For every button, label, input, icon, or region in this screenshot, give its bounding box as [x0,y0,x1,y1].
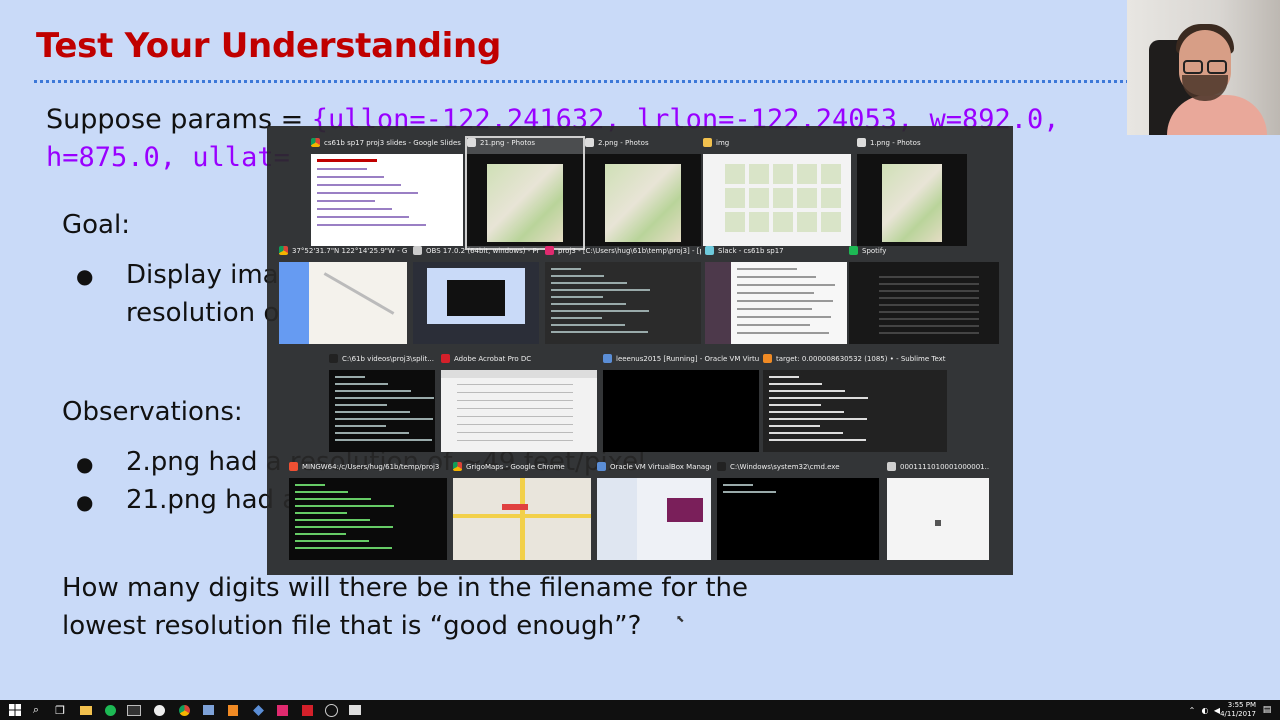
switcher-window-3-3[interactable]: C:\Windows\system32\cmd.exe [717,462,879,562]
acrobat-icon [441,354,450,363]
switcher-window-1-3[interactable]: Slack - cs61b sp17 [705,246,847,346]
switcher-window-3-4[interactable]: 0001111010001000001... [887,462,989,562]
switcher-window-2-3[interactable]: target: 0.000008630532 (1085) • - Sublim… [763,354,947,454]
goal-heading: Goal: [62,210,130,240]
switcher-window-2-0[interactable]: C:\61b videos\proj3\split... [329,354,435,454]
clock[interactable]: 3:55 PM 4/11/2017 [1220,701,1256,719]
params-line-2: h=875.0, ullat= [46,142,290,173]
switcher-window-2-2[interactable]: leeenus2015 [Running] - Oracle VM Virtua… [603,354,759,454]
switcher-window-title: 21.png - Photos [480,139,536,147]
task-view-icon[interactable]: ❐ [53,703,67,717]
question-line-2: lowest resolution file that is “good eno… [62,611,642,641]
slide-title: Test Your Understanding [36,26,501,66]
title-divider [34,80,1129,83]
sublime-icon [763,354,772,363]
intellij-icon [545,246,554,255]
webcam-overlay [1127,0,1280,135]
switcher-window-0-2[interactable]: 2.png - Photos [585,138,701,248]
file-icon [887,462,896,471]
spotify-taskbar-icon[interactable] [103,703,117,717]
observations-heading: Observations: [62,397,243,427]
switcher-window-title: target: 0.000008630532 (1085) • - Sublim… [776,355,946,363]
github-taskbar-icon[interactable] [152,703,166,717]
switcher-window-3-0[interactable]: MINGW64:/c/Users/hug/61b/temp/proj3 [289,462,447,562]
photos-icon [585,138,594,147]
mouse-cursor-icon: ⬉ [676,614,685,625]
virtualbox-icon [597,462,606,471]
goal-text-2: resolution o [126,298,280,328]
switcher-window-title: Adobe Acrobat Pro DC [454,355,532,363]
start-button[interactable] [8,703,22,717]
switcher-window-title: Oracle VM VirtualBox Manager [610,463,711,471]
switcher-window-1-2[interactable]: proj3 - [C:\Users\hug\61b\temp\proj3] - … [545,246,701,346]
switcher-window-0-3[interactable]: img [703,138,851,248]
switcher-window-title: C:\Windows\system32\cmd.exe [730,463,840,471]
switcher-window-title: cs61b sp17 proj3 slides - Google Slides … [324,139,463,147]
obs-taskbar-icon[interactable] [324,703,338,717]
switcher-window-0-0[interactable]: cs61b sp17 proj3 slides - Google Slides … [311,138,463,248]
switcher-window-1-1[interactable]: OBS 17.0.2 (64bit, windows) - Profi... [413,246,539,346]
switcher-window-title: 0001111010001000001... [900,463,989,471]
folder-icon [703,138,712,147]
switcher-window-title: GrigoMaps - Google Chrome [466,463,565,471]
intellij-taskbar-icon[interactable] [275,703,289,717]
chrome-taskbar-icon[interactable] [177,703,191,717]
notifications-icon[interactable]: ▤ [1260,703,1274,717]
chrome-icon [453,462,462,471]
tray-chevron-icon[interactable]: ⌃ [1185,703,1199,717]
cmd-icon [329,354,338,363]
switcher-window-title: 37°52'31.7"N 122°14'25.9"W - Goo... [292,247,407,255]
clock-time: 3:55 PM [1227,701,1256,709]
switcher-window-title: Slack - cs61b sp17 [718,247,784,255]
switcher-window-title: C:\61b videos\proj3\split... [342,355,434,363]
switcher-window-title: proj3 - [C:\Users\hug\61b\temp\proj3] - … [558,247,701,255]
obs-icon [413,246,422,255]
photos-icon [857,138,866,147]
terminal-taskbar-icon[interactable] [127,703,141,717]
obs-bullet-2: ● [76,490,94,514]
switcher-window-title: 2.png - Photos [598,139,649,147]
cmd-icon [717,462,726,471]
switcher-window-3-2[interactable]: Oracle VM VirtualBox Manager [597,462,711,562]
alt-tab-switcher: cs61b sp17 proj3 slides - Google Slides … [267,126,1013,575]
virtualbox-icon [603,354,612,363]
file-explorer-icon[interactable] [79,703,93,717]
photos-taskbar-icon[interactable] [348,703,362,717]
switcher-window-3-1[interactable]: GrigoMaps - Google Chrome [453,462,591,562]
switcher-window-title: Spotify [862,247,887,255]
photos-icon [467,138,476,147]
vbox-manager-taskbar-icon[interactable] [251,703,265,717]
switcher-window-0-1[interactable]: 21.png - Photos [465,136,585,250]
switcher-window-title: OBS 17.0.2 (64bit, windows) - Profi... [426,247,539,255]
goal-bullet: ● [76,264,94,288]
question-line-1: How many digits will there be in the fil… [62,573,749,603]
switcher-window-title: MINGW64:/c/Users/hug/61b/temp/proj3 [302,463,440,471]
switcher-window-0-4[interactable]: 1.png - Photos [857,138,967,248]
switcher-window-title: 1.png - Photos [870,139,921,147]
chrome-icon [279,246,288,255]
switcher-window-1-0[interactable]: 37°52'31.7"N 122°14'25.9"W - Goo... [279,246,407,346]
taskbar: ⌕ ❐ ⌃ ◐ ◀ 3:55 PM 4/11/2017 ▤ [0,700,1280,720]
slack-icon [705,246,714,255]
params-code-2: h=875.0, ullat= [46,142,290,173]
obs-bullet-1: ● [76,452,94,476]
switcher-window-title: img [716,139,730,147]
sublime-taskbar-icon[interactable] [226,703,240,717]
switcher-window-1-4[interactable]: Spotify [849,246,999,346]
chrome-icon [311,138,320,147]
virtualbox-taskbar-icon[interactable] [201,703,215,717]
switcher-window-2-1[interactable]: Adobe Acrobat Pro DC [441,354,597,454]
switcher-window-title: leeenus2015 [Running] - Oracle VM Virtua… [616,355,759,363]
acrobat-taskbar-icon[interactable] [300,703,314,717]
git-icon [289,462,298,471]
search-icon[interactable]: ⌕ [29,703,43,717]
clock-date: 4/11/2017 [1220,710,1256,718]
spotify-icon [849,246,858,255]
